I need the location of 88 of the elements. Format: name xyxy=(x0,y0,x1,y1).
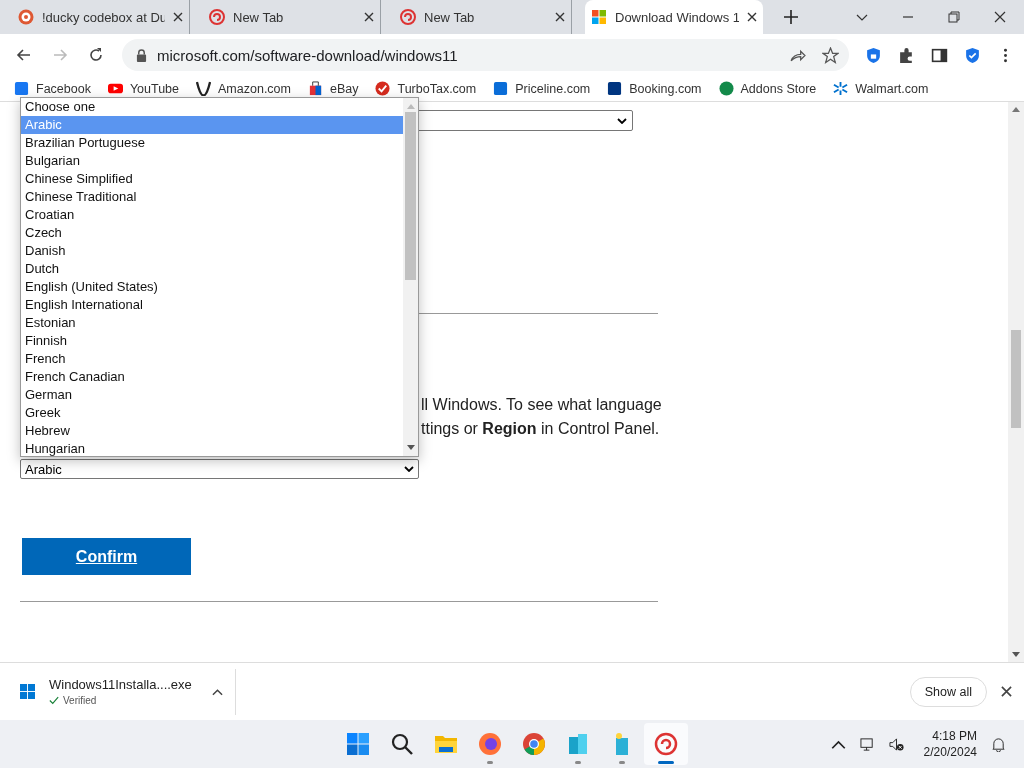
bookmark[interactable]: eBay xyxy=(308,81,359,96)
search-icon xyxy=(390,732,414,756)
language-select[interactable]: Arabic xyxy=(20,459,419,479)
bookmark-icon xyxy=(607,81,623,96)
bookmark[interactable]: YouTube xyxy=(107,81,180,96)
close-window-icon[interactable] xyxy=(994,11,1006,23)
bookmark-icon xyxy=(308,81,323,96)
browser-tab[interactable]: New Tab xyxy=(203,0,381,34)
dropdown-option[interactable]: Estonian xyxy=(21,314,403,332)
caret-icon xyxy=(404,466,414,472)
shield-icon[interactable] xyxy=(865,46,882,64)
dropdown-option[interactable]: Czech xyxy=(21,224,403,242)
dropdown-option[interactable]: Brazilian Portuguese xyxy=(21,134,403,152)
dropdown-option[interactable]: Chinese Traditional xyxy=(21,188,403,206)
windows-logo-icon xyxy=(20,684,35,699)
dropdown-option[interactable]: German xyxy=(21,386,403,404)
bookmark[interactable]: Addons Store xyxy=(718,81,817,96)
new-tab-icon[interactable] xyxy=(784,10,798,24)
close-icon[interactable] xyxy=(1001,686,1012,697)
scroll-down-icon[interactable] xyxy=(406,445,415,451)
confirm-button[interactable]: Confirm xyxy=(22,538,191,575)
bookmark-icon xyxy=(718,81,734,96)
chevron-up-icon[interactable] xyxy=(211,687,223,696)
address-bar[interactable]: microsoft.com/software-download/windows11 xyxy=(122,39,849,71)
close-icon[interactable] xyxy=(555,12,565,22)
duck-icon xyxy=(18,9,34,25)
close-icon[interactable] xyxy=(173,12,183,22)
bookmark-icon xyxy=(14,81,29,96)
browser-tab[interactable]: Download Windows 1 xyxy=(585,0,763,34)
dropdown-option[interactable]: English (United States) xyxy=(21,278,403,296)
bookmark-icon xyxy=(196,81,212,96)
bookmark-icon xyxy=(107,81,123,96)
bookmark-icon xyxy=(493,81,509,96)
scrollbar-thumb[interactable] xyxy=(405,112,416,280)
dropdown-option[interactable]: Danish xyxy=(21,242,403,260)
scrollbar-thumb[interactable] xyxy=(1011,330,1021,428)
fox-globe-icon xyxy=(478,732,502,756)
swirl-icon xyxy=(400,9,416,25)
star-icon[interactable] xyxy=(822,46,839,64)
windows-logo-icon xyxy=(591,9,607,25)
building-icon xyxy=(566,732,590,756)
bookmark[interactable]: Walmart.com xyxy=(833,81,929,96)
scroll-down-icon[interactable] xyxy=(1012,652,1020,658)
paragraph-text: ll Windows. To see what language xyxy=(421,395,663,415)
download-filename[interactable]: Windows11Installa....exe xyxy=(49,677,192,692)
clock-time[interactable]: 4:18 PM xyxy=(932,728,977,744)
back-icon[interactable] xyxy=(16,47,32,63)
dropdown-option[interactable]: Croatian xyxy=(21,206,403,224)
dropdown-option[interactable]: Dutch xyxy=(21,260,403,278)
dropdown-option[interactable]: Chinese Simplified xyxy=(21,170,403,188)
clock-date[interactable]: 2/20/2024 xyxy=(923,744,977,760)
windows-logo-icon xyxy=(346,732,370,756)
bell-icon[interactable] xyxy=(991,736,1006,752)
speaker-muted-icon[interactable] xyxy=(888,736,904,752)
bookmark-icon xyxy=(833,81,849,96)
bookmark[interactable]: Amazon.com xyxy=(196,81,291,96)
check-icon xyxy=(49,696,59,705)
caret-icon xyxy=(617,117,627,124)
paragraph-text: ttings or Region in Control Panel. xyxy=(421,419,661,439)
show-all-button[interactable]: Show all xyxy=(909,676,987,707)
dropdown-option[interactable]: English International xyxy=(21,296,403,314)
lock-icon xyxy=(136,48,147,62)
check-shield-icon[interactable] xyxy=(964,46,981,64)
dropdown-option[interactable]: Choose one xyxy=(21,98,403,116)
dropdown-option[interactable]: Hungarian xyxy=(21,440,403,458)
download-status: Verified xyxy=(63,695,97,706)
monitor-icon[interactable] xyxy=(859,736,875,752)
close-icon[interactable] xyxy=(364,12,374,22)
puzzle-icon[interactable] xyxy=(898,46,915,64)
side-panel-icon[interactable] xyxy=(931,46,948,64)
dropdown-option[interactable]: French xyxy=(21,350,403,368)
close-icon[interactable] xyxy=(747,12,757,22)
swirl-icon xyxy=(654,732,678,756)
browser-tab[interactable]: New Tab xyxy=(394,0,572,34)
bookmark[interactable]: TurboTax.com xyxy=(375,81,477,96)
round-logo-icon xyxy=(522,732,546,756)
bookmark[interactable]: Booking.com xyxy=(607,81,702,96)
dropdown-option[interactable]: Greek xyxy=(21,404,403,422)
bookmark[interactable]: Priceline.com xyxy=(493,81,591,96)
dropdown-option[interactable]: Bulgarian xyxy=(21,152,403,170)
dropdown-option[interactable]: Finnish xyxy=(21,332,403,350)
dropdown-option[interactable]: French Canadian xyxy=(21,368,403,386)
swirl-icon xyxy=(209,9,225,25)
restore-icon[interactable] xyxy=(948,11,960,23)
dropdown-option[interactable]: Hebrew xyxy=(21,422,403,440)
reload-icon[interactable] xyxy=(88,47,104,63)
scroll-up-icon[interactable] xyxy=(1012,106,1020,112)
bookmark[interactable]: Facebook xyxy=(14,81,91,96)
